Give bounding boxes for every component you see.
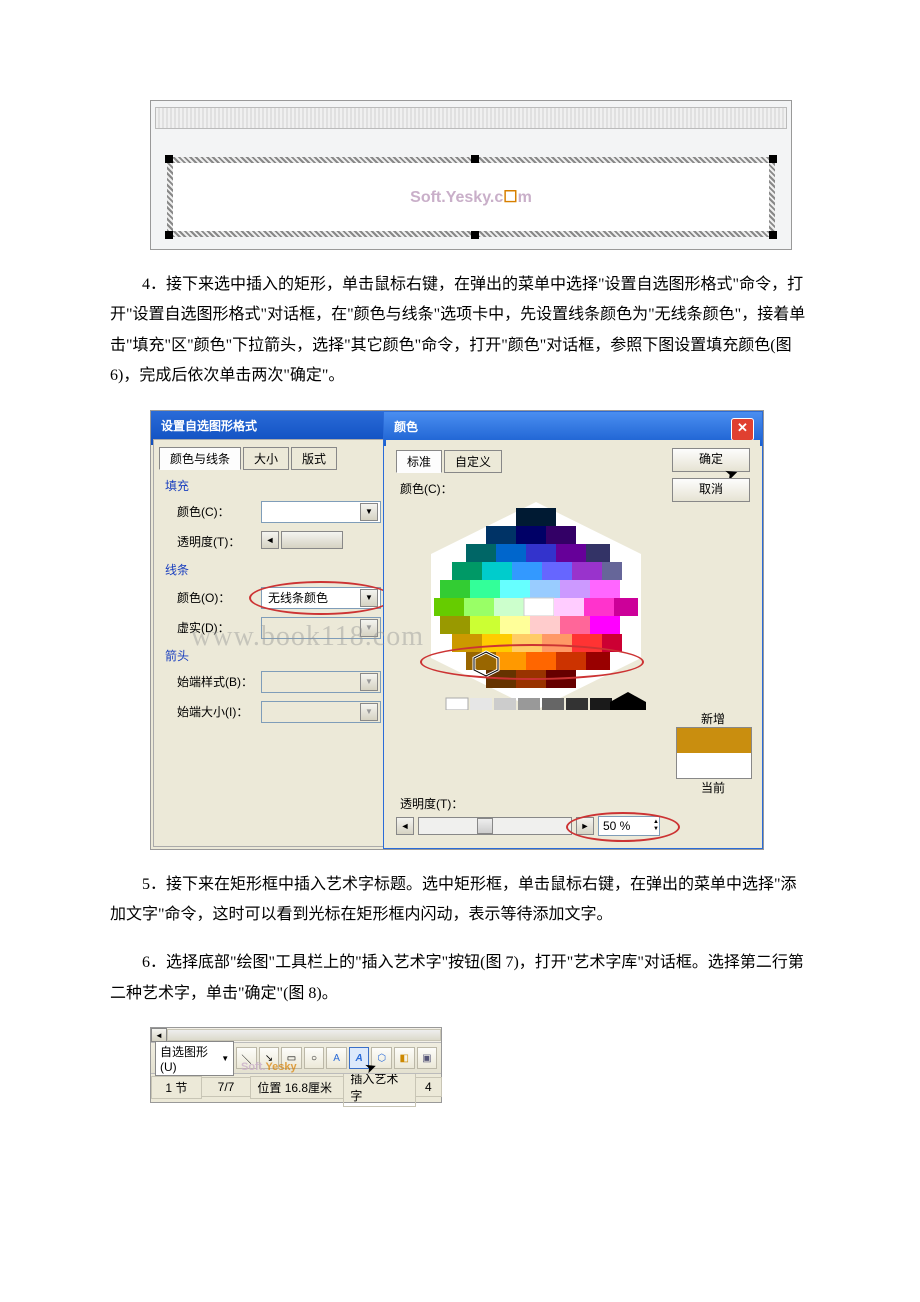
- figure-format-and-color-dialogs: 设置自选图形格式 颜色与线条 大小 版式 填充 颜色(C)： ▼ 透明度(T)：…: [150, 410, 764, 850]
- status-page: 7/7: [201, 1077, 252, 1097]
- tab-standard[interactable]: 标准: [396, 450, 442, 473]
- tab-size[interactable]: 大小: [243, 447, 289, 470]
- transparency-value-spinner[interactable]: 50 % ▲ ▼: [598, 816, 660, 836]
- inserted-rectangle[interactable]: Soft.Yesky.c☐m: [167, 157, 775, 237]
- status-col: 4: [415, 1077, 442, 1097]
- chevron-down-icon: ▼: [360, 673, 378, 691]
- resize-handle[interactable]: [165, 155, 173, 163]
- label-colors: 颜色(C)：: [400, 480, 453, 497]
- label-line-color: 颜色(O)：: [177, 589, 230, 606]
- resize-handle[interactable]: [471, 231, 479, 239]
- resize-handle[interactable]: [769, 231, 777, 239]
- transparency-scroll[interactable]: ◄: [261, 531, 343, 549]
- new-current-swatch: 新增 当前: [676, 710, 750, 796]
- label-begin-style: 始端样式(B)：: [177, 673, 253, 690]
- label-new: 新增: [676, 710, 750, 727]
- spin-down-icon[interactable]: ▼: [653, 826, 659, 833]
- cancel-button[interactable]: 取消: [672, 478, 750, 502]
- diagram-tool-icon[interactable]: ⬡: [371, 1047, 392, 1069]
- drawing-toolbar: 自选图形(U) ▼ ＼ ↘ ▭ ○ A A ➤ ⬡ ◧ ▣ Soft.Yesky: [151, 1043, 441, 1074]
- label-dashed: 虚实(D)：: [177, 619, 230, 636]
- section-fill: 填充: [165, 477, 189, 494]
- label-current: 当前: [676, 779, 750, 796]
- figure-drawing-toolbar: ◄ 自选图形(U) ▼ ＼ ↘ ▭ ○ A A ➤ ⬡ ◧ ▣ Soft.Yes…: [150, 1027, 442, 1103]
- chevron-down-icon: ▼: [360, 619, 378, 637]
- picture-tool-icon[interactable]: ▣: [417, 1047, 438, 1069]
- resize-handle[interactable]: [769, 155, 777, 163]
- line-tool-icon[interactable]: ＼: [236, 1047, 257, 1069]
- textbox-tool-icon[interactable]: A: [326, 1047, 347, 1069]
- chevron-down-icon: ▼: [360, 589, 378, 607]
- color-hexagon-picker[interactable]: [416, 502, 676, 732]
- resize-handle[interactable]: [471, 155, 479, 163]
- chevron-down-icon: ▼: [221, 1054, 229, 1063]
- scroll-left-icon[interactable]: ◄: [396, 817, 414, 835]
- transparency-slider[interactable]: [418, 817, 572, 835]
- section-line: 线条: [165, 561, 189, 578]
- transparency-row: ◄ ► 50 % ▲ ▼: [396, 816, 660, 836]
- status-position: 位置 16.8厘米: [250, 1076, 344, 1099]
- label-transparency: 透明度(T)：: [177, 533, 240, 550]
- line-color-dropdown[interactable]: 无线条颜色 ▼: [261, 587, 381, 609]
- label-fill-color: 颜色(C)：: [177, 503, 230, 520]
- swatch-current-color: [677, 753, 751, 778]
- slider-thumb[interactable]: [477, 818, 493, 834]
- watermark-soft-yesky: Soft.Yesky.c☐m: [410, 187, 532, 207]
- scroll-right-icon[interactable]: ►: [576, 817, 594, 835]
- chevron-down-icon: ▼: [360, 703, 378, 721]
- resize-handle[interactable]: [165, 231, 173, 239]
- paragraph-step-5: 5．接下来在矩形框中插入艺术字标题。选中矩形框，单击鼠标右键，在弹出的菜单中选择…: [110, 870, 810, 931]
- line-color-value: 无线条颜色: [268, 589, 328, 606]
- spin-up-icon[interactable]: ▲: [653, 819, 659, 826]
- status-section: 1 节: [151, 1076, 202, 1099]
- rectangle-tool-icon[interactable]: ▭: [281, 1047, 302, 1069]
- insert-wordart-button[interactable]: A: [349, 1047, 370, 1069]
- oval-tool-icon[interactable]: ○: [304, 1047, 325, 1069]
- figure-shape-rectangle: Soft.Yesky.c☐m: [150, 100, 792, 250]
- section-arrows: 箭头: [165, 647, 189, 664]
- tab-color-and-lines[interactable]: 颜色与线条: [159, 447, 241, 470]
- label-transparency2: 透明度(T)：: [400, 795, 463, 812]
- tab-layout[interactable]: 版式: [291, 447, 337, 470]
- format-tabs: 颜色与线条 大小 版式: [159, 447, 337, 470]
- format-autoshape-title: 设置自选图形格式: [161, 419, 257, 433]
- ok-button[interactable]: 确定: [672, 448, 750, 472]
- fill-color-dropdown[interactable]: ▼: [261, 501, 381, 523]
- swatch-new-color: [677, 728, 751, 753]
- ruler: [155, 107, 787, 129]
- color-tabs: 标准 自定义: [396, 450, 502, 473]
- chevron-down-icon: ▼: [360, 503, 378, 521]
- close-button[interactable]: ✕: [731, 418, 754, 441]
- arrow-tool-icon[interactable]: ↘: [259, 1047, 280, 1069]
- scroll-left-icon[interactable]: ◄: [261, 531, 279, 549]
- dashed-dropdown[interactable]: ▼: [261, 617, 381, 639]
- scroll-track[interactable]: [281, 531, 343, 549]
- color-swatch: [676, 727, 752, 779]
- autoshapes-menu[interactable]: 自选图形(U) ▼: [155, 1041, 234, 1076]
- label-begin-size: 始端大小(I)：: [177, 703, 248, 720]
- paragraph-step-6: 6．选择底部"绘图"工具栏上的"插入艺术字"按钮(图 7)，打开"艺术字库"对话…: [110, 948, 810, 1009]
- autoshapes-label: 自选图形(U): [160, 1043, 219, 1074]
- status-bar: 1 节 7/7 位置 16.8厘米 插入艺术字 4: [151, 1074, 441, 1100]
- paragraph-step-4: 4．接下来选中插入的矩形，单击鼠标右键，在弹出的菜单中选择"设置自选图形格式"命…: [110, 270, 810, 392]
- clipart-tool-icon[interactable]: ◧: [394, 1047, 415, 1069]
- tab-custom[interactable]: 自定义: [444, 450, 502, 473]
- scroll-track[interactable]: [167, 1029, 441, 1041]
- transparency-value: 50 %: [603, 819, 630, 833]
- color-dialog: 颜色 ✕ 标准 自定义 确定 ➤ 取消 颜色(C)：: [383, 411, 763, 849]
- begin-size-dropdown[interactable]: ▼: [261, 701, 381, 723]
- begin-style-dropdown[interactable]: ▼: [261, 671, 381, 693]
